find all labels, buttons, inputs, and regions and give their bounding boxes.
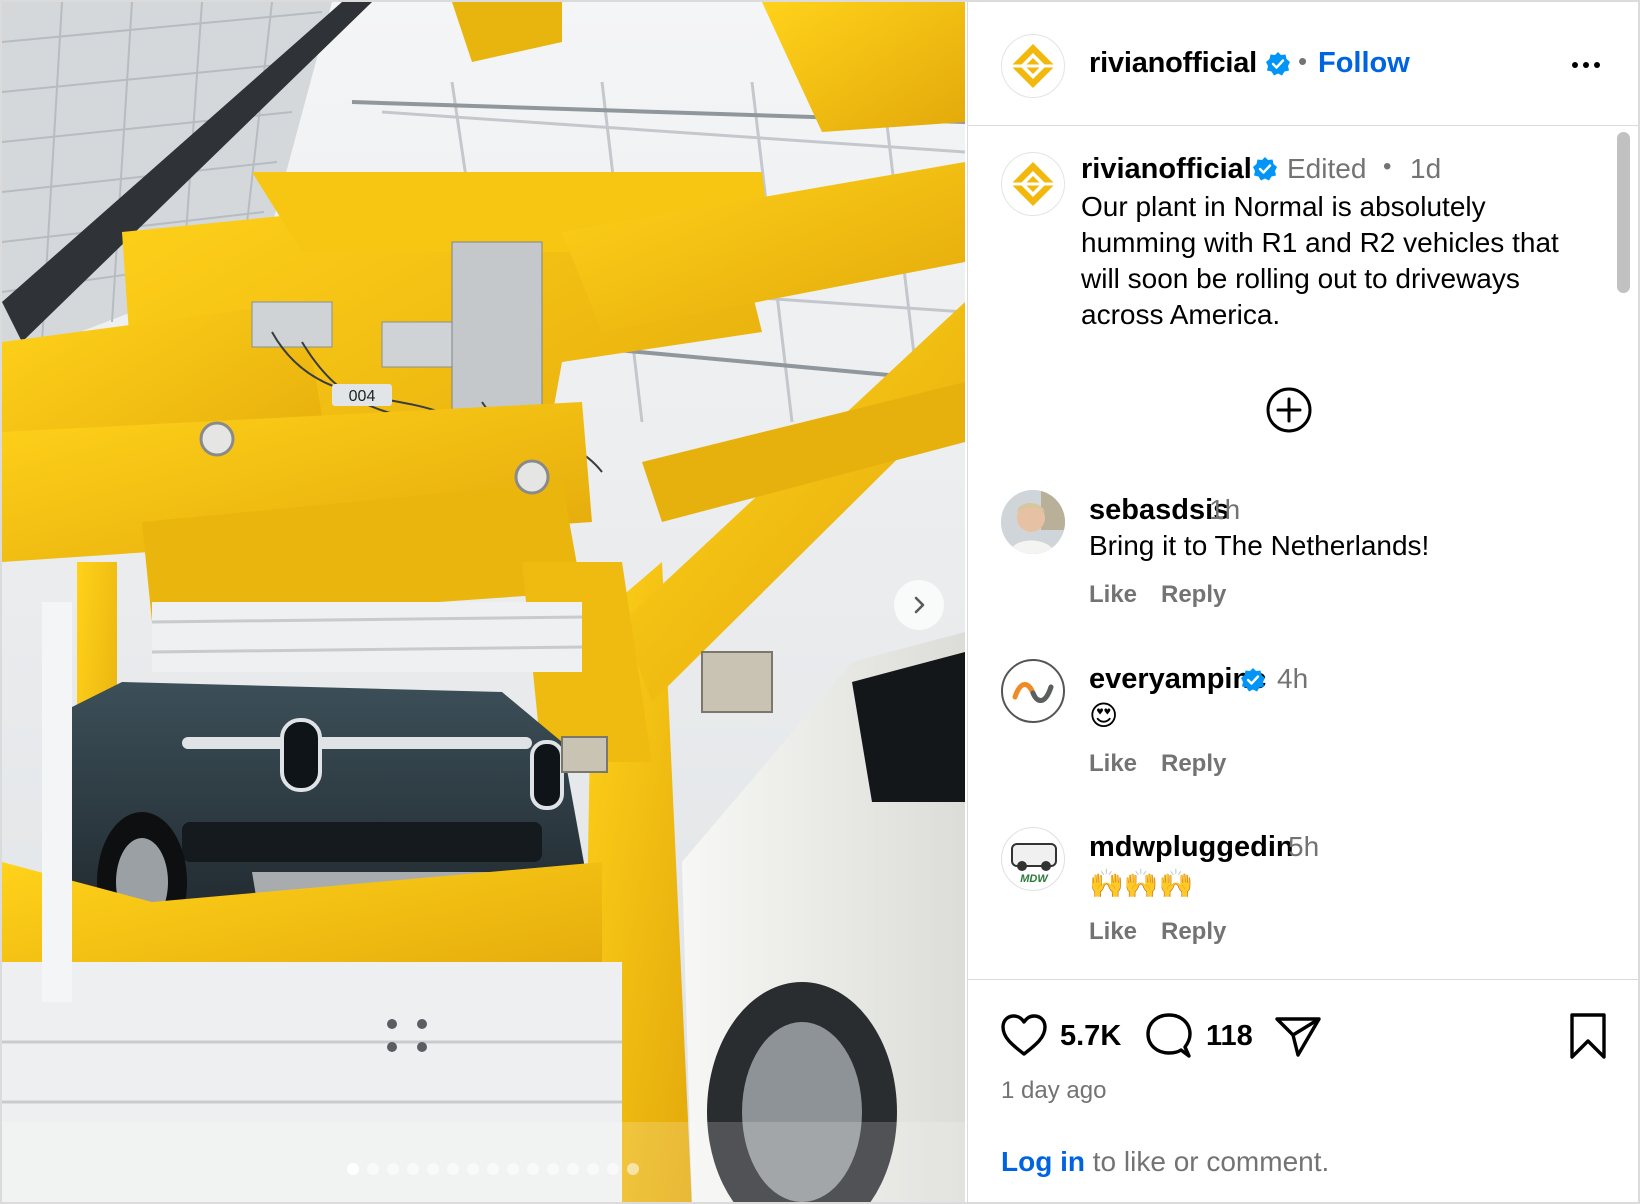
more-options-button[interactable] xyxy=(1566,50,1606,80)
avatar[interactable] xyxy=(1001,659,1065,723)
chevron-right-icon xyxy=(914,596,925,614)
factory-photo-illustration: 004 xyxy=(2,2,965,1202)
carousel-dot xyxy=(547,1163,559,1175)
comment-item: sebasdsis 1h Bring it to The Netherlands… xyxy=(968,490,1608,650)
comment-item: MDW mdwpluggedin 5h 🙌🙌🙌 Like Reply xyxy=(968,827,1608,979)
comment-like-button[interactable]: Like xyxy=(1089,918,1137,946)
mdw-logo-icon: MDW xyxy=(1011,843,1057,885)
more-dot-icon xyxy=(1572,62,1578,68)
comment-like-button[interactable]: Like xyxy=(1089,581,1137,609)
load-more-comments-icon[interactable] xyxy=(1264,385,1314,435)
comment-icon[interactable] xyxy=(1144,1011,1194,1061)
scrollbar-thumb[interactable] xyxy=(1617,132,1630,293)
bookmark-icon[interactable] xyxy=(1566,1011,1610,1061)
carousel-dot xyxy=(627,1163,639,1175)
comment-username[interactable]: mdwpluggedin xyxy=(1089,831,1294,864)
caption-separator: • xyxy=(1383,153,1392,180)
like-count: 5.7K xyxy=(1060,1020,1122,1052)
plate-label: 004 xyxy=(349,388,376,405)
comments-section[interactable]: rivianofficial Edited • 1d Our plant in … xyxy=(968,127,1638,979)
carousel-indicators xyxy=(347,1163,639,1177)
edited-label: Edited xyxy=(1287,153,1367,184)
verified-badge-icon xyxy=(1241,668,1265,692)
rivian-logo-icon xyxy=(1011,162,1055,206)
avatar[interactable]: MDW xyxy=(1001,827,1065,891)
more-dot-icon xyxy=(1583,62,1589,68)
mdw-avatar-text: MDW xyxy=(1020,873,1049,885)
carousel-dot xyxy=(487,1163,499,1175)
carousel-dot xyxy=(447,1163,459,1175)
login-prompt: Log in to like or comment. xyxy=(1001,1146,1329,1178)
comment-timestamp[interactable]: 4h xyxy=(1277,663,1308,695)
carousel-dot xyxy=(427,1163,439,1175)
comment-item: everyampinc 4h 😍 Like Reply xyxy=(968,659,1608,819)
comment-text: 🙌🙌🙌 xyxy=(1089,868,1194,899)
comments-scrollbar[interactable] xyxy=(1613,132,1633,970)
comment-count: 118 xyxy=(1206,1020,1253,1052)
more-dot-icon xyxy=(1594,62,1600,68)
post-side-panel: rivianofficial • Follow rivianofficial E… xyxy=(967,2,1638,1202)
caption-username[interactable]: rivianofficial xyxy=(1081,153,1252,186)
post-date[interactable]: 1 day ago xyxy=(1001,1077,1106,1105)
comment-reply-button[interactable]: Reply xyxy=(1161,581,1226,609)
avatar[interactable] xyxy=(1001,152,1065,216)
carousel-dot xyxy=(507,1163,519,1175)
everyamp-logo-icon xyxy=(1012,682,1054,703)
follow-button[interactable]: Follow xyxy=(1318,47,1410,80)
login-prompt-text: to like or comment. xyxy=(1084,1146,1330,1177)
share-icon[interactable] xyxy=(1273,1011,1323,1061)
rivian-logo-icon xyxy=(1011,44,1055,88)
next-photo-button[interactable] xyxy=(894,580,944,630)
post-username[interactable]: rivianofficial xyxy=(1089,47,1257,80)
comment-reply-button[interactable]: Reply xyxy=(1161,918,1226,946)
comment-like-button[interactable]: Like xyxy=(1089,750,1137,778)
carousel-dot xyxy=(347,1163,359,1175)
header-separator: • xyxy=(1298,46,1308,76)
instagram-post-modal: 004 rivianofficial • Follow rivianoffici… xyxy=(0,0,1640,1204)
carousel-dot xyxy=(587,1163,599,1175)
verified-badge-icon xyxy=(1266,52,1290,76)
carousel-dot xyxy=(527,1163,539,1175)
carousel-dot xyxy=(367,1163,379,1175)
comment-timestamp[interactable]: 1h xyxy=(1209,494,1240,526)
carousel-dot xyxy=(387,1163,399,1175)
heart-icon[interactable] xyxy=(999,1011,1049,1061)
user-photo-icon xyxy=(1001,490,1065,554)
comment-text: Bring it to The Netherlands! xyxy=(1089,530,1430,561)
carousel-dot xyxy=(467,1163,479,1175)
post-photo[interactable]: 004 xyxy=(2,2,965,1202)
carousel-dot xyxy=(407,1163,419,1175)
carousel-dot xyxy=(567,1163,579,1175)
post-header: rivianofficial • Follow xyxy=(968,2,1638,126)
login-link[interactable]: Log in xyxy=(1001,1146,1085,1177)
caption-timestamp[interactable]: 1d xyxy=(1410,153,1441,185)
caption-text: Our plant in Normal is absolutely hummin… xyxy=(1081,191,1559,330)
post-actions: 5.7K 118 1 day ago Log in to like or com… xyxy=(968,979,1638,1202)
avatar[interactable] xyxy=(1001,34,1065,98)
comment-timestamp[interactable]: 5h xyxy=(1288,831,1319,863)
comment-text: 😍 xyxy=(1089,700,1119,731)
verified-badge-icon xyxy=(1253,157,1277,181)
comment-reply-button[interactable]: Reply xyxy=(1161,750,1226,778)
avatar[interactable] xyxy=(1001,490,1065,554)
carousel-dot xyxy=(607,1163,619,1175)
